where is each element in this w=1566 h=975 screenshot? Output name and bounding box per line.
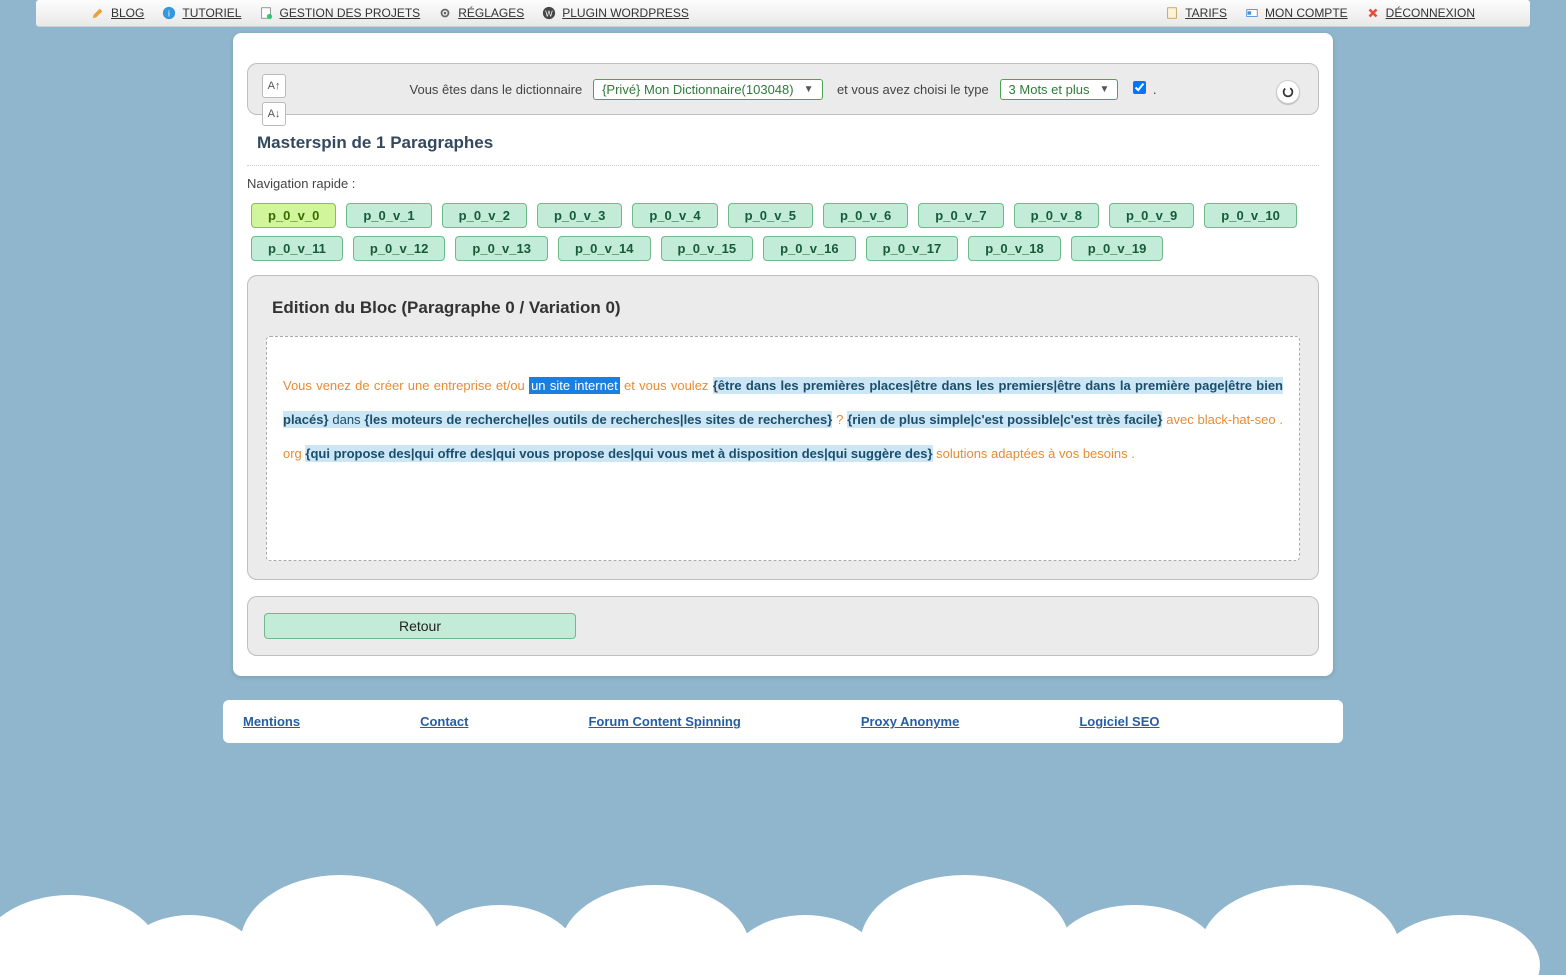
chevron-down-icon: ▼: [804, 84, 814, 95]
svg-text:W: W: [546, 10, 554, 19]
spin-group: {qui propose des|qui offre des|qui vous …: [305, 445, 932, 462]
dict-mid: et vous avez choisi le type: [837, 82, 989, 97]
nav-compte-label[interactable]: MON COMPTE: [1265, 6, 1348, 20]
nav-gestion-label[interactable]: GESTION DES PROJETS: [279, 6, 420, 20]
quicknav-pill[interactable]: p_0_v_11: [251, 236, 343, 261]
quicknav-pill[interactable]: p_0_v_15: [661, 236, 754, 261]
footer: Mentions Contact Forum Content Spinning …: [223, 700, 1343, 743]
quicknav-pill[interactable]: p_0_v_2: [442, 203, 527, 228]
close-icon: [1366, 6, 1380, 20]
spin-group: {les moteurs de recherche|les outils de …: [364, 411, 832, 428]
nav-wordpress[interactable]: W PLUGIN WORDPRESS: [542, 6, 689, 20]
calc-icon: [1165, 6, 1179, 20]
footer-logiciel[interactable]: Logiciel SEO: [1079, 714, 1159, 729]
quicknav-pill[interactable]: p_0_v_12: [353, 236, 446, 261]
retour-box: Retour: [247, 596, 1319, 656]
quicknav-pill[interactable]: p_0_v_7: [918, 203, 1003, 228]
quicknav-pill[interactable]: p_0_v_1: [346, 203, 431, 228]
nav-deconnexion[interactable]: DÉCONNEXION: [1366, 6, 1475, 20]
quicknav-pill[interactable]: p_0_v_9: [1109, 203, 1194, 228]
divider: [247, 165, 1319, 166]
nav-tarifs[interactable]: TARIFS: [1165, 6, 1227, 20]
nav-gestion[interactable]: GESTION DES PROJETS: [259, 6, 420, 20]
quicknav-pill[interactable]: p_0_v_17: [866, 236, 959, 261]
topbar-right: TARIFS MON COMPTE DÉCONNEXION: [1165, 6, 1475, 20]
gear-icon: [438, 6, 452, 20]
quicknav-pill[interactable]: p_0_v_14: [558, 236, 651, 261]
nav-wordpress-label[interactable]: PLUGIN WORDPRESS: [562, 6, 689, 20]
svg-text:i: i: [168, 9, 170, 19]
quicknav-pill[interactable]: p_0_v_5: [728, 203, 813, 228]
card-icon: [1245, 6, 1259, 20]
nav-tarifs-label[interactable]: TARIFS: [1185, 6, 1227, 20]
nav-tutoriel[interactable]: i TUTORIEL: [162, 6, 241, 20]
quicknav-label: Navigation rapide :: [247, 176, 1319, 191]
loading-spinner: [1276, 80, 1300, 104]
text-segment: dans: [329, 411, 365, 428]
masterspin-title: Masterspin de 1 Paragraphes: [247, 115, 1319, 161]
doc-icon: [259, 6, 273, 20]
dictionary-select-value: {Privé} Mon Dictionnaire(103048): [602, 82, 794, 97]
quicknav-pill[interactable]: p_0_v_18: [968, 236, 1061, 261]
font-size-down[interactable]: A↓: [262, 102, 286, 126]
footer-proxy[interactable]: Proxy Anonyme: [861, 714, 960, 729]
dict-intro: Vous êtes dans le dictionnaire: [410, 82, 583, 97]
text-selected: un site internet: [529, 377, 620, 394]
nav-reglages-label[interactable]: RÉGLAGES: [458, 6, 524, 20]
type-select-value: 3 Mots et plus: [1009, 82, 1090, 97]
quicknav-pill[interactable]: p_0_v_8: [1014, 203, 1099, 228]
spin-group: {rien de plus simple|c'est possible|c'es…: [847, 411, 1162, 428]
quicknav-pill[interactable]: p_0_v_4: [632, 203, 717, 228]
dictionary-selector-box: A↑ A↓ Vous êtes dans le dictionnaire {Pr…: [247, 63, 1319, 115]
text-segment: ?: [832, 412, 847, 427]
retour-button[interactable]: Retour: [264, 613, 576, 639]
font-size-up[interactable]: A↑: [262, 74, 286, 98]
quicknav-pill[interactable]: p_0_v_6: [823, 203, 908, 228]
quicknav-pill[interactable]: p_0_v_19: [1071, 236, 1164, 261]
pencil-icon: [91, 6, 105, 20]
quicknav-pill[interactable]: p_0_v_10: [1204, 203, 1297, 228]
dictionary-select[interactable]: {Privé} Mon Dictionnaire(103048) ▼: [593, 79, 822, 100]
quicknav-pills: p_0_v_0 p_0_v_1 p_0_v_2 p_0_v_3 p_0_v_4 p_0_v…: [247, 203, 1319, 261]
edit-block-box: Edition du Bloc (Paragraphe 0 / Variatio…: [247, 275, 1319, 580]
dict-suffix: .: [1153, 82, 1157, 97]
nav-reglages[interactable]: RÉGLAGES: [438, 6, 524, 20]
quicknav-pill[interactable]: p_0_v_13: [455, 236, 548, 261]
dictionary-row: Vous êtes dans le dictionnaire {Privé} M…: [266, 78, 1300, 100]
nav-compte[interactable]: MON COMPTE: [1245, 6, 1348, 20]
nav-tutoriel-label[interactable]: TUTORIEL: [182, 6, 241, 20]
text-segment: et vous voulez: [620, 378, 713, 393]
chevron-down-icon: ▼: [1099, 84, 1109, 95]
topbar-left: BLOG i TUTORIEL GESTION DES PROJETS RÉGL…: [91, 6, 689, 20]
type-select[interactable]: 3 Mots et plus ▼: [1000, 79, 1119, 100]
edit-text-area[interactable]: Vous venez de créer une entreprise et/ou…: [266, 336, 1300, 561]
type-checkbox[interactable]: [1133, 81, 1146, 94]
text-segment: solutions adaptées à vos besoins .: [933, 446, 1135, 461]
text-segment: Vous venez de créer une entreprise et/ou: [283, 378, 529, 393]
info-icon: i: [162, 6, 176, 20]
main-panel: A↑ A↓ Vous êtes dans le dictionnaire {Pr…: [233, 33, 1333, 676]
quicknav-pill[interactable]: p_0_v_0: [251, 203, 336, 228]
nav-deconnexion-label[interactable]: DÉCONNEXION: [1386, 6, 1475, 20]
edit-block-title: Edition du Bloc (Paragraphe 0 / Variatio…: [266, 294, 1300, 336]
quicknav-pill[interactable]: p_0_v_3: [537, 203, 622, 228]
wordpress-icon: W: [542, 6, 556, 20]
footer-mentions[interactable]: Mentions: [243, 714, 300, 729]
clouds-deco: [0, 875, 1566, 975]
font-tools: A↑ A↓: [262, 74, 286, 130]
quicknav-pill[interactable]: p_0_v_16: [763, 236, 856, 261]
nav-blog-label[interactable]: BLOG: [111, 6, 144, 20]
topbar: BLOG i TUTORIEL GESTION DES PROJETS RÉGL…: [36, 0, 1530, 27]
footer-contact[interactable]: Contact: [420, 714, 468, 729]
footer-forum[interactable]: Forum Content Spinning: [588, 714, 740, 729]
nav-blog[interactable]: BLOG: [91, 6, 144, 20]
